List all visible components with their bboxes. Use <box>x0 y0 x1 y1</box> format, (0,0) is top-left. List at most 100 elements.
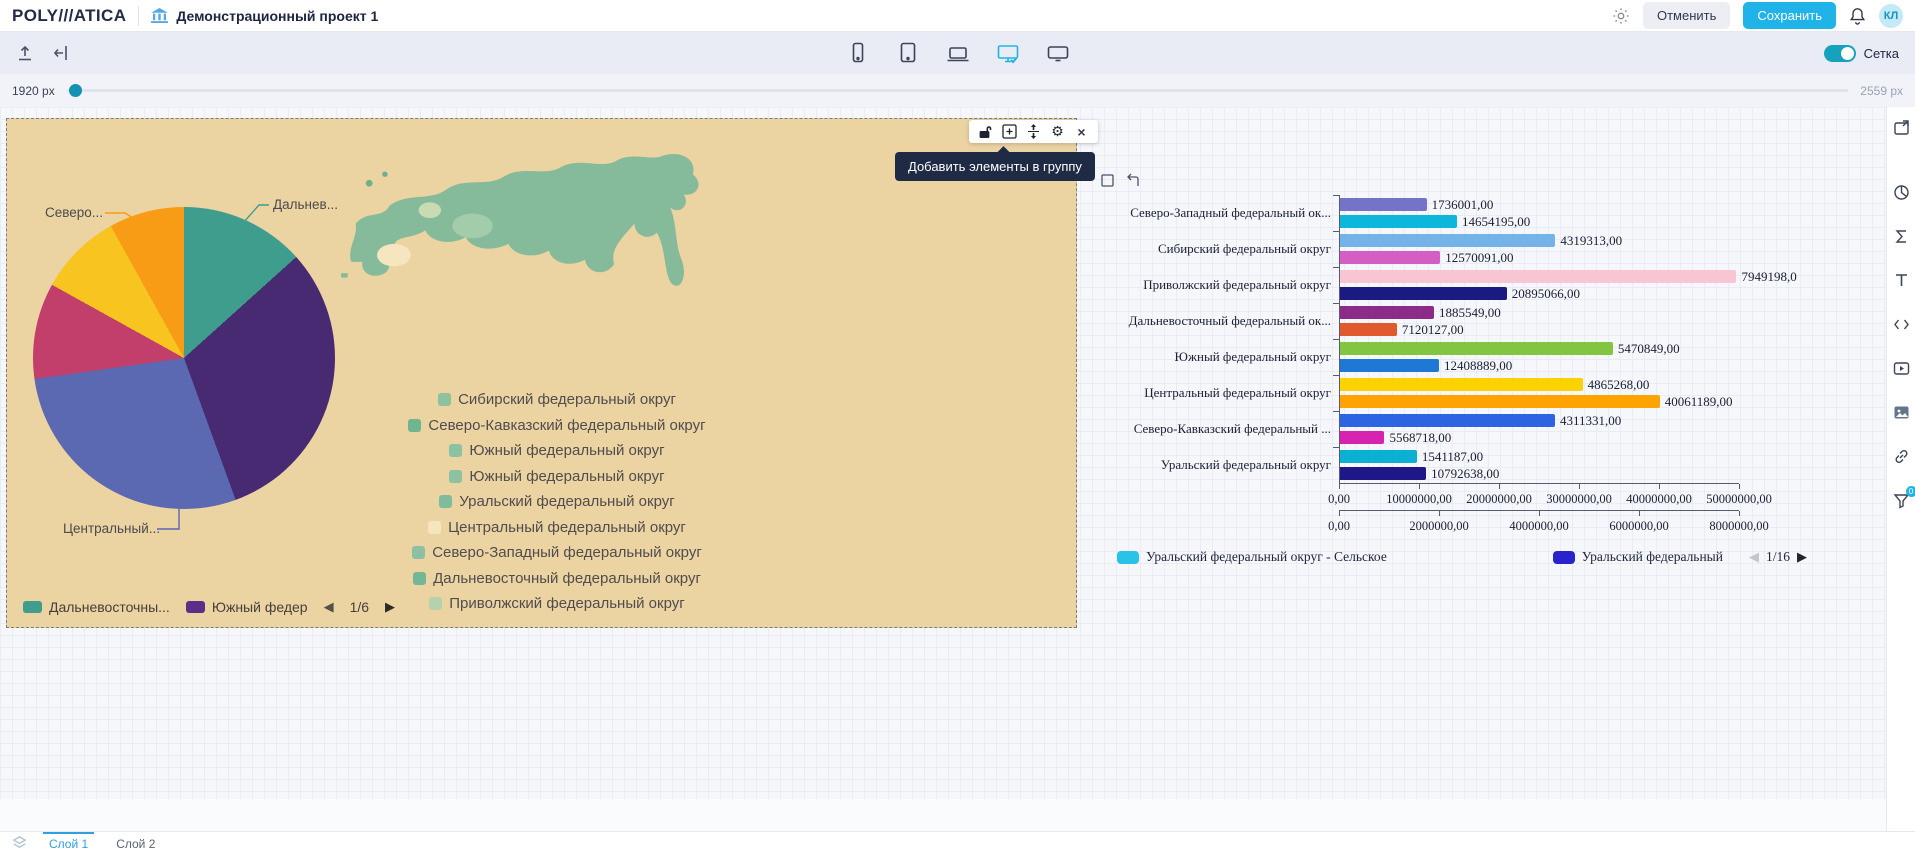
bar <box>1340 323 1397 336</box>
image-icon[interactable] <box>1893 404 1910 421</box>
axis-tick <box>1659 484 1660 489</box>
map-legend-item[interactable]: Дальневосточный федеральный округ <box>357 566 757 592</box>
close-selection-icon[interactable]: × <box>1074 124 1089 139</box>
donut-chart-icon[interactable] <box>1893 184 1910 201</box>
legend-label: Уральский федеральный округ - Сельское <box>1146 549 1387 565</box>
panel-expand-icon[interactable] <box>1893 119 1910 136</box>
pie-callout-label: Северо... <box>45 205 103 220</box>
pie-legend: Дальневосточны...Южный федер ◀ 1/6 ▶ <box>23 599 395 615</box>
group-toolbar: ⚙ × <box>969 120 1098 143</box>
axis-tick <box>1339 511 1340 516</box>
map-legend: Сибирский федеральный округ Северо-Кавказ… <box>357 387 757 617</box>
map-legend-item[interactable]: Уральский федеральный округ <box>357 489 757 515</box>
bar-value-label: 10792638,00 <box>1426 466 1499 482</box>
bar <box>1340 306 1434 319</box>
undo-move-icon[interactable] <box>1125 173 1140 188</box>
map-legend-item[interactable]: Сибирский федеральный округ <box>357 387 757 413</box>
axis-tick <box>1419 484 1420 489</box>
legend-label: Приволжский федеральный округ <box>449 595 684 612</box>
project-icon <box>151 8 168 23</box>
layers-bar: Слой 1 Слой 2 <box>0 831 1915 853</box>
map-legend-item[interactable]: Северо-Кавказский федеральный округ <box>357 413 757 439</box>
bar <box>1340 251 1440 264</box>
vertical-resize-icon[interactable] <box>1026 124 1041 139</box>
tab-layer-1[interactable]: Слой 1 <box>43 832 94 853</box>
selection-frame-icon[interactable] <box>1100 173 1115 188</box>
map-legend-item[interactable]: Центральный федеральный округ <box>357 515 757 541</box>
collapse-left-icon[interactable] <box>54 44 72 62</box>
device-tablet-icon[interactable] <box>896 42 920 64</box>
legend-label: Уральский федеральный округ <box>459 493 674 510</box>
tooltip: Добавить элементы в группу <box>895 152 1095 181</box>
bar-legend-next-icon[interactable]: ▶ <box>1797 549 1807 565</box>
pie-chart[interactable] <box>33 207 335 509</box>
map-legend-item[interactable]: Северо-Западный федеральный округ <box>357 540 757 566</box>
map-legend-item[interactable]: Приволжский федеральный округ <box>357 591 757 617</box>
editor-toolbar: Сетка <box>0 32 1915 74</box>
export-upload-icon[interactable] <box>16 44 34 62</box>
tab-layer-2[interactable]: Слой 2 <box>110 832 161 853</box>
bar-row: Сибирский федеральный округ4319313,00125… <box>1117 231 1807 267</box>
bar <box>1340 395 1660 408</box>
bar-row: Южный федеральный округ5470849,001240888… <box>1117 339 1807 375</box>
media-icon[interactable] <box>1893 360 1910 377</box>
device-switcher <box>846 42 1070 64</box>
bar-row: Уральский федеральный округ 1541187,00107… <box>1117 447 1807 483</box>
pie-legend-item[interactable]: Дальневосточны... <box>23 599 170 615</box>
bar-axis-1: 0,0010000000,0020000000,0030000000,00400… <box>1339 483 1739 510</box>
pie-legend-item[interactable]: Южный федер <box>186 599 308 615</box>
axis-tick <box>1439 511 1440 516</box>
legend-label: Южный федер <box>212 599 308 615</box>
grid-toggle[interactable] <box>1824 45 1856 62</box>
link-icon[interactable] <box>1893 448 1910 465</box>
bar <box>1340 378 1583 391</box>
bar-value-label: 4865268,00 <box>1583 377 1650 393</box>
bar <box>1340 342 1613 355</box>
axis-tick <box>1739 484 1740 489</box>
map-legend-item[interactable]: Южный федеральный округ <box>357 464 757 490</box>
cancel-button[interactable]: Отменить <box>1643 2 1730 29</box>
bar <box>1340 234 1555 247</box>
pie-legend-prev-icon[interactable]: ◀ <box>324 599 334 615</box>
bar-value-label: 1885549,00 <box>1434 305 1501 321</box>
workspace: Северо... Дальнев... Центральный... Даль… <box>0 107 1915 831</box>
add-to-group-icon[interactable] <box>1002 124 1017 139</box>
device-laptop-icon[interactable] <box>946 42 970 64</box>
selected-group-widget[interactable]: Северо... Дальнев... Центральный... Даль… <box>6 118 1077 628</box>
bar-value-label: 12408889,00 <box>1439 358 1512 374</box>
device-desktop-icon[interactable] <box>996 42 1020 64</box>
bar-value-label: 14654195,00 <box>1457 214 1530 230</box>
bar-chart-widget[interactable]: Северо-Западный федеральный ок...1736001… <box>1117 195 1807 565</box>
bar-legend-item[interactable]: Уральский федеральный <box>1553 549 1723 565</box>
save-button[interactable]: Сохранить <box>1743 2 1836 29</box>
bar-value-label: 1541187,00 <box>1417 449 1483 465</box>
device-phone-icon[interactable] <box>846 42 870 64</box>
bar-category-label: Уральский федеральный округ <box>1117 447 1339 483</box>
text-icon[interactable] <box>1893 272 1910 289</box>
bar-legend-prev-icon[interactable]: ◀ <box>1749 549 1759 565</box>
unlock-icon[interactable] <box>978 124 993 139</box>
settings-gear-icon[interactable] <box>1612 7 1630 25</box>
notifications-bell-icon[interactable] <box>1849 7 1866 25</box>
dashboard-canvas[interactable]: Северо... Дальнев... Центральный... Даль… <box>0 107 1886 831</box>
axis-tick-label: 0,00 <box>1328 519 1350 534</box>
russia-map[interactable] <box>339 145 723 381</box>
bar-category-label: Центральный федеральный округ <box>1117 375 1339 411</box>
axis-tick <box>1739 511 1740 516</box>
code-icon[interactable] <box>1893 316 1910 333</box>
pie-callout-label: Дальнев... <box>273 197 338 212</box>
group-settings-gear-icon[interactable]: ⚙ <box>1050 124 1065 139</box>
device-tv-icon[interactable] <box>1046 42 1070 64</box>
map-legend-item[interactable]: Южный федеральный округ <box>357 438 757 464</box>
bar-plot-area: 1885549,007120127,00 <box>1339 303 1739 339</box>
project-title: Демонстрационный проект 1 <box>176 8 378 24</box>
sum-icon[interactable] <box>1893 228 1910 245</box>
width-slider-handle[interactable] <box>69 84 82 97</box>
filter-icon[interactable]: 0 <box>1893 492 1910 509</box>
user-avatar[interactable]: КЛ <box>1879 4 1903 28</box>
bar-legend-item[interactable]: Уральский федеральный округ - Сельское <box>1117 549 1387 565</box>
bar-category-label: Южный федеральный округ <box>1117 339 1339 375</box>
width-slider[interactable] <box>67 89 1849 92</box>
bar-row: Северо-Кавказский федеральный ...4311331… <box>1117 411 1807 447</box>
legend-label: Северо-Кавказский федеральный округ <box>428 417 705 434</box>
